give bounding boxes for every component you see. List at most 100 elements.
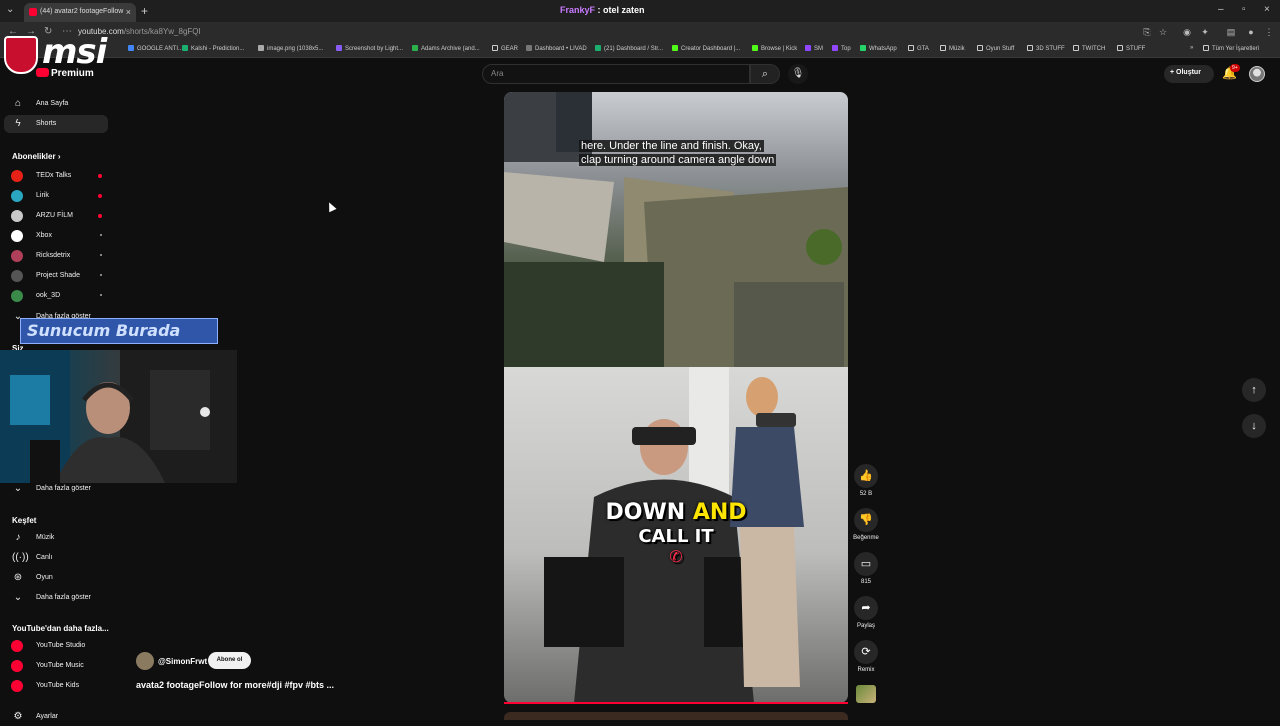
browser-tab[interactable]: (44) avatar2 footageFollow ×	[24, 3, 136, 22]
bookmark-item[interactable]: Creator Dashboard |...	[672, 45, 740, 52]
sidebar-subscription-item[interactable]: Ricksdetrix	[4, 247, 108, 265]
thumbs-down-icon[interactable]: 👎	[854, 508, 878, 532]
sidebar-item-label: Lirik	[36, 192, 49, 199]
sidebar-subscription-item[interactable]: ARZU FİLM	[4, 207, 108, 225]
bookmark-item[interactable]: WhatsApp	[860, 45, 897, 52]
sidebar-item-label: Xbox	[36, 232, 52, 239]
sidebar-item-label: YouTube Studio	[36, 642, 86, 649]
sidebar-item-live[interactable]: ((·)) Canlı	[4, 549, 108, 567]
burned-in-subtitle: DOWN AND CALL IT ✆	[504, 500, 848, 566]
create-label: Oluştur	[1176, 69, 1201, 76]
bookmark-item[interactable]: Screenshot by Light...	[336, 45, 403, 52]
next-short-button[interactable]: ↓	[1242, 414, 1266, 438]
maximize-icon[interactable]: ▫	[1242, 4, 1246, 15]
more-bookmarks-icon[interactable]: »	[1190, 45, 1193, 51]
bookmark-folder[interactable]: Oyun Stuff	[977, 45, 1014, 52]
extension-icon[interactable]: ◉	[1182, 27, 1192, 37]
remix-icon[interactable]: ⟳	[854, 640, 878, 664]
sidebar-subscription-item[interactable]: ook_3D	[4, 287, 108, 305]
video-progress-bar[interactable]	[504, 702, 848, 704]
sidebar-icon[interactable]: ▤	[1226, 27, 1236, 37]
search-button[interactable]: ⌕	[750, 64, 780, 84]
share-arrow-icon[interactable]: ➦	[854, 596, 878, 620]
sidebar-item-youtube-studio[interactable]: YouTube Studio	[4, 637, 108, 655]
bookmark-folder[interactable]: STUFF	[1117, 45, 1145, 52]
sidebar-item-gaming[interactable]: ⊛ Oyun	[4, 569, 108, 587]
subtitle-word: DOWN	[605, 500, 686, 525]
share-action[interactable]: ➦ Paylaş	[852, 596, 880, 629]
phone-icon: ✆	[669, 547, 683, 566]
bookmark-item[interactable]: Kalshi - Prediction...	[182, 45, 244, 52]
close-tab-icon[interactable]: ×	[126, 7, 131, 17]
subscribe-button[interactable]: Abone ol	[208, 652, 251, 669]
new-tab-button[interactable]: +	[141, 4, 148, 18]
comment-icon[interactable]: ▭	[854, 552, 878, 576]
thumbs-up-icon[interactable]: 👍	[854, 464, 878, 488]
bookmark-star-icon[interactable]: ☆	[1158, 27, 1168, 37]
remix-action[interactable]: ⟳ Remix	[852, 640, 880, 673]
sidebar-show-more[interactable]: ⌄ Daha fazla göster	[4, 480, 108, 498]
profile-icon[interactable]: ●	[1246, 27, 1256, 37]
bookmark-folder[interactable]: 3D STUFF	[1027, 45, 1065, 52]
channel-avatar[interactable]	[136, 652, 154, 670]
bookmark-folder[interactable]: TWITCH	[1073, 45, 1105, 52]
subtitle-line: CALL IT	[638, 526, 714, 547]
bookmark-item[interactable]: Adams Archive (and...	[412, 45, 480, 52]
bookmark-item[interactable]: (21) Dashboard / Str...	[595, 45, 663, 52]
music-note-icon: ♪	[15, 532, 21, 543]
sidebar-item-label: YouTube Music	[36, 662, 84, 669]
voice-search-button[interactable]: 🎙	[788, 64, 808, 84]
chevron-right-icon: ›	[57, 152, 61, 161]
bookmark-folder[interactable]: GEAR	[492, 45, 518, 52]
youtube-premium-logo[interactable]: Premium	[36, 68, 94, 82]
sidebar-item-label: ook_3D	[36, 292, 61, 299]
sidebar-subscription-item[interactable]: Xbox	[4, 227, 108, 245]
bookmark-item[interactable]: SM	[805, 45, 823, 52]
search-input[interactable]: Ara	[482, 64, 750, 84]
channel-name[interactable]: @SimonFrwt	[158, 657, 207, 666]
all-bookmarks-folder[interactable]: Tüm Yer İşaretleri	[1203, 45, 1259, 52]
previous-short-button[interactable]: ↑	[1242, 378, 1266, 402]
bookmark-item[interactable]: Dashboard • LIVAD	[526, 45, 587, 52]
create-button[interactable]: + Oluştur	[1164, 65, 1214, 83]
shorts-video-player[interactable]: here. Under the line and finish. Okay, c…	[504, 92, 848, 703]
video-title[interactable]: avata2 footageFollow for more#dji #fpv #…	[136, 680, 334, 690]
subtitle-highlight-word: AND	[692, 500, 747, 525]
sidebar-subscription-item[interactable]: Project Shade	[4, 267, 108, 285]
channel-avatar-icon	[11, 170, 23, 182]
bookmark-item[interactable]: Browse | Kick	[752, 45, 797, 52]
bookmark-folder[interactable]: Müzik	[940, 45, 965, 52]
channel-avatar-icon	[11, 210, 23, 222]
sound-thumbnail[interactable]	[856, 685, 876, 703]
comments-action[interactable]: ▭ 815	[852, 552, 880, 585]
sidebar-item-youtube-music[interactable]: YouTube Music	[4, 657, 108, 675]
sidebar-item-label: Daha fazla göster	[36, 485, 91, 492]
bookmark-item[interactable]: Top	[832, 45, 851, 52]
tab-list-icon[interactable]: ⌄	[6, 4, 14, 15]
like-action[interactable]: 👍 52 B	[852, 464, 880, 497]
dislike-action[interactable]: 👎 Beğenme	[852, 508, 880, 541]
sidebar-item-label: Ayarlar	[36, 713, 59, 720]
sidebar-item-settings[interactable]: ⚙ Ayarlar	[4, 708, 108, 726]
sidebar-item-youtube-kids[interactable]: YouTube Kids	[4, 677, 108, 695]
close-window-icon[interactable]: ×	[1264, 4, 1270, 15]
sidebar-item-label: ARZU FİLM	[36, 212, 73, 219]
browser-menu-icon[interactable]: ⋮	[1264, 27, 1274, 37]
sidebar-item-label: Oyun	[36, 574, 53, 581]
stream-user: FrankyF	[560, 5, 596, 15]
sidebar-subscription-item[interactable]: Lirik	[4, 187, 108, 205]
extensions-puzzle-icon[interactable]: ✦	[1200, 27, 1210, 37]
bookmark-item[interactable]: image.png (1038x5...	[258, 45, 323, 52]
next-short-preview[interactable]	[504, 712, 848, 720]
sidebar-subscription-item[interactable]: TEDx Talks	[4, 167, 108, 185]
account-avatar[interactable]	[1249, 66, 1265, 82]
msi-shield-icon	[4, 36, 38, 74]
subscriptions-heading[interactable]: Abonelikler ›	[12, 152, 60, 161]
bookmark-folder[interactable]: GTA	[908, 45, 929, 52]
minimize-icon[interactable]: –	[1218, 4, 1224, 15]
sidebar-item-shorts[interactable]: ϟ Shorts	[4, 115, 108, 133]
sidebar-item-home[interactable]: ⌂ Ana Sayfa	[4, 95, 108, 113]
sidebar-item-music[interactable]: ♪ Müzik	[4, 529, 108, 547]
install-icon[interactable]: ⎘	[1142, 27, 1152, 37]
sidebar-show-more[interactable]: ⌄ Daha fazla göster	[4, 589, 108, 607]
